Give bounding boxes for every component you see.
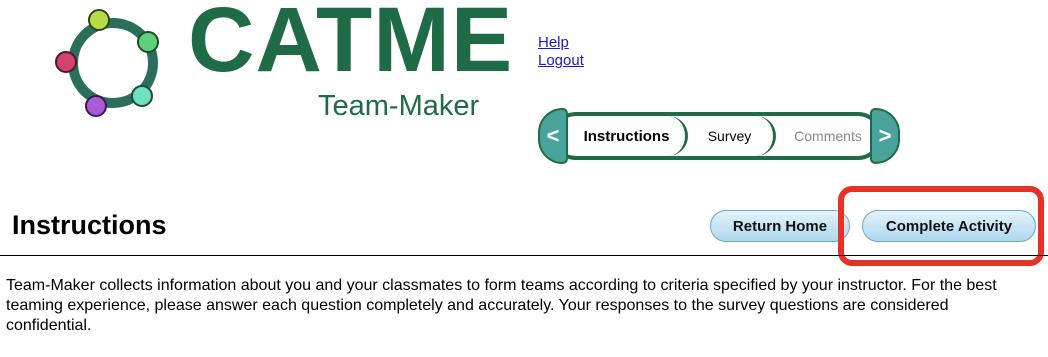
- header-links: Help Logout: [538, 34, 584, 70]
- product-subtitle: Team-Maker: [318, 90, 480, 122]
- step-survey[interactable]: Survey: [686, 116, 776, 156]
- logout-link[interactable]: Logout: [538, 52, 584, 70]
- page-title: Instructions: [12, 210, 167, 240]
- stepper-next-arrow-icon[interactable]: >: [870, 108, 900, 164]
- progress-stepper: < Instructions Survey Comments >: [538, 108, 900, 164]
- step-instructions[interactable]: Instructions: [568, 116, 688, 156]
- step-comments: Comments: [794, 128, 862, 144]
- help-link[interactable]: Help: [538, 34, 584, 52]
- instructions-paragraph: Team-Maker collects information about yo…: [6, 277, 997, 334]
- stepper-prev-arrow-icon[interactable]: <: [538, 108, 568, 164]
- return-home-button[interactable]: Return Home: [710, 210, 850, 242]
- heading-divider: [0, 255, 1048, 256]
- annotation-highlight-box: [838, 186, 1044, 266]
- catme-logo-text: CATME: [188, 0, 514, 91]
- team-circle-logo-icon: [55, 9, 159, 117]
